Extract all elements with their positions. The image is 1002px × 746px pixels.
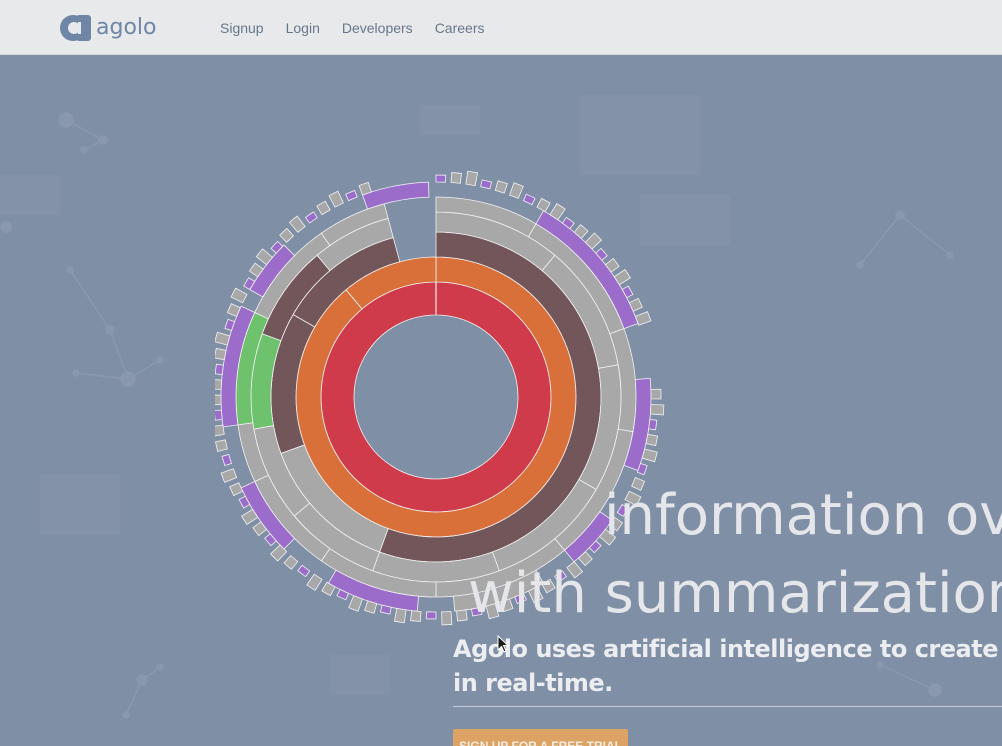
hero-subheadline: Agolo uses artificial intelligence to cr…: [453, 632, 1002, 700]
sunburst-segment: [297, 564, 311, 578]
agolo-logo[interactable]: agolo: [59, 13, 156, 43]
sunburst-segment: [494, 180, 508, 194]
nav-signup-link[interactable]: Signup: [220, 20, 264, 36]
main-nav: Signup Login Developers Careers: [220, 0, 506, 55]
nav-developers-link[interactable]: Developers: [342, 20, 413, 36]
hero-headline: information ove with summarization: [468, 477, 1002, 633]
sunburst-segment: [425, 611, 437, 620]
sunburst-segment: [465, 170, 479, 187]
sunburst-segment: [641, 448, 658, 463]
sunburst-segment: [215, 439, 228, 452]
sunburst-segment: [410, 610, 422, 622]
hero-section: information ove with summarization Agolo…: [0, 55, 1002, 746]
sunburst-segment: [215, 394, 222, 406]
sunburst-segment: [348, 595, 363, 612]
sunburst-segment: [509, 182, 524, 199]
sunburst-segment: [283, 554, 299, 570]
sunburst-segment: [304, 211, 318, 224]
sunburst-segment: [393, 607, 407, 624]
sunburst-segment: [220, 468, 238, 483]
sunburst-segment: [456, 609, 468, 622]
sunburst-segment: [650, 388, 662, 400]
sunburst-segment: [215, 363, 224, 375]
hero-headline-line1: information ove: [604, 483, 1002, 548]
top-navbar: agolo Signup Login Developers Careers: [0, 0, 1002, 55]
nav-login-link[interactable]: Login: [286, 20, 320, 36]
sunburst-segment: [345, 189, 358, 202]
sunburst-segment: [215, 347, 227, 361]
sunburst-segment: [441, 611, 453, 626]
sunburst-segment: [229, 482, 244, 497]
sunburst-segment: [648, 419, 658, 431]
sunburst-segment: [480, 179, 493, 190]
agolo-logo-icon: [60, 15, 91, 41]
sunburst-segment: [306, 573, 323, 591]
sunburst-segment: [364, 600, 378, 614]
mouse-cursor-icon: [497, 635, 510, 653]
sunburst-segment: [649, 404, 665, 416]
sunburst-segment: [215, 331, 231, 346]
sunburst-segment: [215, 409, 223, 421]
sunburst-segment: [288, 215, 306, 233]
nav-careers-link[interactable]: Careers: [435, 20, 485, 36]
hero-subheadline-line2: in real-time.: [453, 669, 613, 697]
sunburst-segment: [645, 433, 659, 447]
sunburst-segment: [536, 197, 551, 213]
sunburst-segment: [215, 424, 225, 437]
sunburst-segment: [450, 172, 462, 184]
hero-headline-line2: with summarization: [468, 561, 1002, 626]
free-trial-signup-button[interactable]: SIGN UP FOR A FREE TRIAL: [453, 729, 628, 746]
sunburst-segment: [279, 227, 295, 243]
sunburst-segment: [634, 311, 652, 326]
sunburst-segment: [522, 193, 536, 206]
hero-subheadline-line1: Agolo uses artificial intelligence to cr…: [453, 635, 1002, 663]
sunburst-segment: [230, 287, 248, 304]
sunburst-segment: [361, 181, 430, 210]
sunburst-segment: [221, 453, 233, 467]
logo-wordmark: agolo: [96, 15, 157, 40]
sunburst-segment: [328, 190, 344, 208]
sunburst-segment: [215, 379, 223, 390]
sunburst-segment: [435, 174, 447, 183]
sunburst-segment: [316, 200, 331, 216]
hero-divider: [453, 706, 1002, 707]
